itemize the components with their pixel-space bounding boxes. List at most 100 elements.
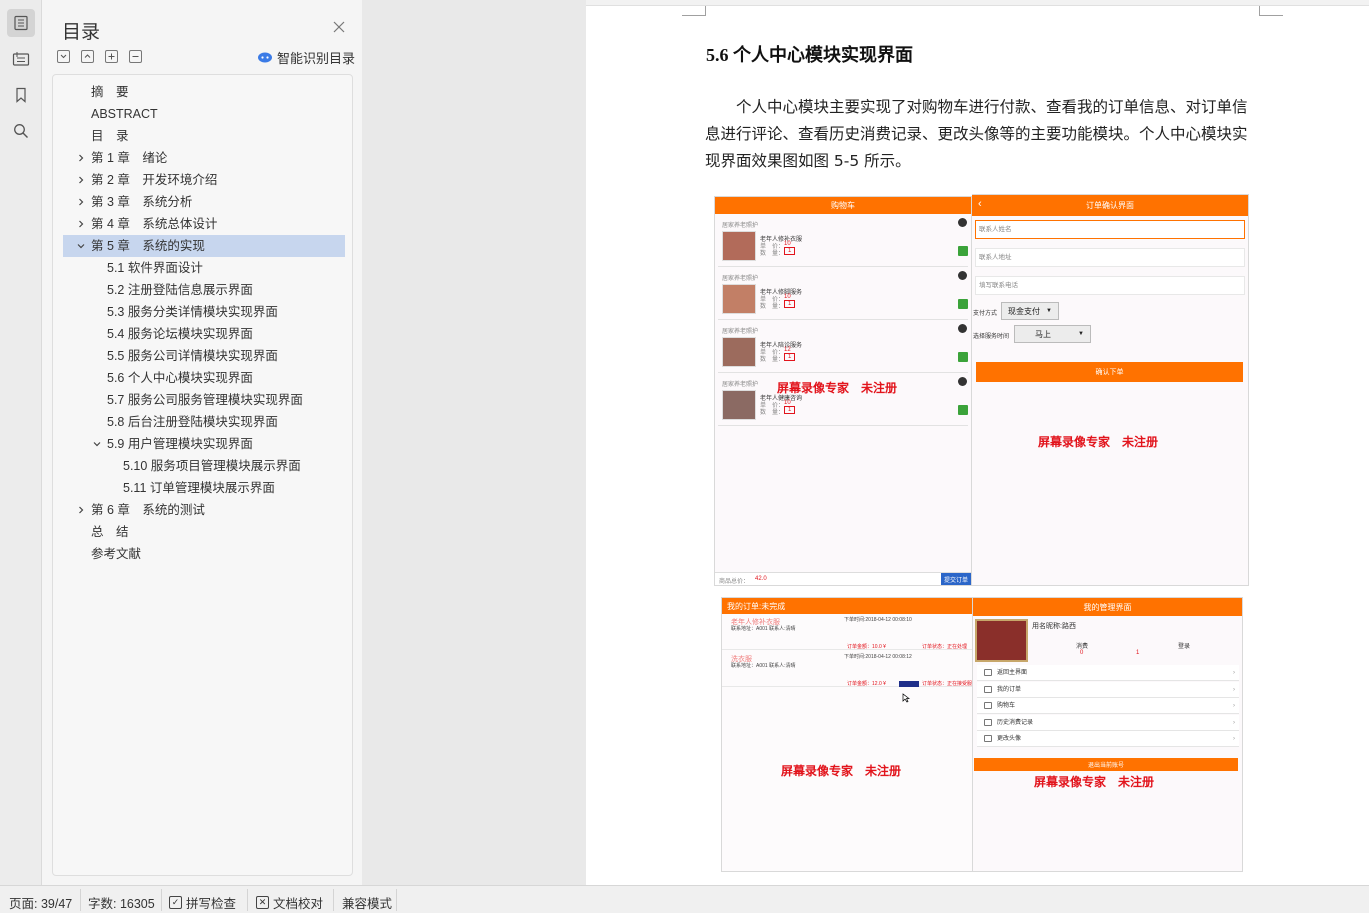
remove-item-icon[interactable] [958, 271, 967, 280]
check-icon: ✓ [169, 896, 182, 909]
toc-panel-icon[interactable] [7, 9, 35, 37]
collapse-all-icon[interactable] [129, 50, 142, 63]
toc-item[interactable]: 第 2 章 开发环境介绍 [63, 169, 345, 191]
checkbox-checked-icon[interactable] [958, 246, 968, 256]
toc-item[interactable]: 5.1 软件界面设计 [63, 257, 345, 279]
chevron-down-icon[interactable] [75, 235, 87, 257]
item-qty[interactable]: 1 [784, 406, 796, 414]
toc-item[interactable]: 5.8 后台注册登陆模块实现界面 [63, 411, 345, 433]
close-icon[interactable] [332, 20, 346, 34]
toc-item[interactable]: 5.4 服务论坛模块实现界面 [63, 323, 345, 345]
toc-item[interactable]: ABSTRACT [63, 103, 345, 125]
status-bar: 页面: 39/47 字数: 16305 ✓ 拼写检查 ✕ 文档校对 兼容模式 [0, 885, 1369, 913]
chevron-right-icon[interactable] [75, 191, 87, 213]
status-divider [161, 889, 162, 911]
toc-item[interactable]: 第 5 章 系统的实现 [63, 235, 345, 257]
toc-item[interactable]: 第 6 章 系统的测试 [63, 499, 345, 521]
login-count-value: 1 [1136, 650, 1140, 656]
watermark-text: 屏幕录像专家 未注册 [781, 764, 902, 778]
spell-check-button[interactable]: ✓ 拼写检查 [169, 893, 236, 912]
menu-item[interactable]: 返回主界面 › [977, 665, 1239, 681]
remove-item-icon[interactable] [958, 218, 967, 227]
toc-item-label: 5.4 服务论坛模块实现界面 [107, 327, 253, 341]
menu-item-icon [984, 685, 992, 693]
order-address: 联系地址：A001 联系人:清晴 [731, 663, 796, 669]
status-divider [80, 889, 81, 911]
contact-address-field[interactable]: 联系人地址 [975, 248, 1245, 267]
my-orders-screenshot: 我的订单:未完成 老年人修补衣服 联系地址：A001 联系人:清晴 下单时间:201… [721, 597, 973, 872]
toc-item-label: 第 1 章 绪论 [91, 151, 168, 165]
canvas-background [362, 0, 586, 885]
toc-item[interactable]: 5.6 个人中心模块实现界面 [63, 367, 345, 389]
toc-item-label: 5.2 注册登陆信息展示界面 [107, 283, 253, 297]
search-icon[interactable] [7, 117, 35, 145]
order-status: 订单状态：正在接受服务 [922, 681, 973, 687]
order-row[interactable]: 洗衣服 联系地址：A001 联系人:清晴 下单时间:2018-04-12 00:08… [722, 653, 972, 687]
collapse-up-icon[interactable] [81, 50, 94, 63]
toc-item[interactable]: 5.9 用户管理模块实现界面 [63, 433, 345, 455]
spell-check-label: 拼写检查 [186, 897, 237, 911]
chevron-down-icon[interactable] [91, 433, 103, 455]
bookmark-icon[interactable] [7, 81, 35, 109]
toc-item-label: 目 录 [91, 129, 129, 143]
checkbox-checked-icon[interactable] [958, 299, 968, 309]
menu-item[interactable]: 更改头像 › [977, 731, 1239, 747]
toc-item[interactable]: 第 1 章 绪论 [63, 147, 345, 169]
smart-toc-button[interactable]: 智能识别目录 [257, 48, 355, 66]
pay-method-select[interactable]: 现金支付 ▼ [1001, 302, 1059, 320]
menu-item[interactable]: 历史消费记录 › [977, 714, 1239, 731]
toc-item[interactable]: 总 结 [63, 521, 345, 543]
menu-item[interactable]: 我的订单 › [977, 681, 1239, 698]
watermark-text: 屏幕录像专家 未注册 [1038, 435, 1159, 449]
left-icon-rail [0, 0, 42, 885]
chevron-right-icon[interactable] [75, 499, 87, 521]
back-arrow-icon[interactable]: ‹ [978, 198, 982, 210]
toc-title: 目录 [62, 22, 101, 43]
expand-down-icon[interactable] [57, 50, 70, 63]
logout-button[interactable]: 退出当前账号 [974, 758, 1238, 771]
cart-screenshot: 购物车 居家养老照护 老年人修补衣服单 价： 10 数 量： 1 居家养老照护 老年人修脚服… [714, 196, 972, 586]
contact-name-field[interactable]: 联系人姓名 [975, 220, 1245, 239]
toc-item[interactable]: 5.2 注册登陆信息展示界面 [63, 279, 345, 301]
service-time-select[interactable]: 马上 ▼ [1014, 325, 1091, 343]
toc-item[interactable]: 5.7 服务公司服务管理模块实现界面 [63, 389, 345, 411]
toc-item[interactable]: 参考文献 [63, 543, 345, 565]
chevron-right-icon[interactable] [75, 213, 87, 235]
item-thumbnail [722, 390, 756, 420]
checkbox-checked-icon[interactable] [958, 405, 968, 415]
word-count[interactable]: 字数: 16305 [88, 893, 155, 912]
chevron-right-icon: › [1233, 670, 1235, 676]
orders-title: 我的订单:未完成 [722, 598, 972, 614]
contact-phone-field[interactable]: 填写联系电话 [975, 276, 1245, 295]
remove-item-icon[interactable] [958, 324, 967, 333]
order-row[interactable]: 老年人修补衣服 联系地址：A001 联系人:清晴 下单时间:2018-04-12 0… [722, 616, 972, 650]
toc-item-label: 第 2 章 开发环境介绍 [91, 173, 218, 187]
toc-item[interactable]: 目 录 [63, 125, 345, 147]
toc-item[interactable]: 5.5 服务公司详情模块实现界面 [63, 345, 345, 367]
chevron-right-icon[interactable] [75, 147, 87, 169]
item-qty[interactable]: 1 [784, 300, 796, 308]
remove-item-icon[interactable] [958, 377, 967, 386]
toc-item[interactable]: 5.3 服务分类详情模块实现界面 [63, 301, 345, 323]
page-counter[interactable]: 页面: 39/47 [9, 893, 72, 912]
toc-item[interactable]: 第 3 章 系统分析 [63, 191, 345, 213]
item-qty[interactable]: 1 [784, 247, 796, 255]
chevron-right-icon[interactable] [75, 169, 87, 191]
navigation-pane-icon[interactable] [7, 45, 35, 73]
toc-item[interactable]: 摘 要 [63, 81, 345, 103]
submit-order-button[interactable]: 提交订单 [941, 573, 971, 585]
menu-item[interactable]: 购物车 › [977, 698, 1239, 714]
toc-item[interactable]: 第 4 章 系统总体设计 [63, 213, 345, 235]
confirm-order-button[interactable]: 确认下单 [976, 362, 1243, 382]
toc-item[interactable]: 5.11 订单管理模块展示界面 [63, 477, 345, 499]
my-management-screenshot: 我的管理界面 用名昵称:路西 消费 0 登录 1 返回主界面 › 我的订单 › 购物车 ›… [973, 597, 1243, 872]
toc-item-label: 5.10 服务项目管理模块展示界面 [123, 459, 301, 473]
item-qty[interactable]: 1 [784, 353, 796, 361]
avatar[interactable] [975, 619, 1028, 662]
expand-all-icon[interactable] [105, 50, 118, 63]
margin-corner-left [682, 6, 706, 16]
chevron-right-icon: › [1233, 719, 1235, 726]
proofread-button[interactable]: ✕ 文档校对 [256, 893, 323, 912]
toc-item[interactable]: 5.10 服务项目管理模块展示界面 [63, 455, 345, 477]
checkbox-checked-icon[interactable] [958, 352, 968, 362]
